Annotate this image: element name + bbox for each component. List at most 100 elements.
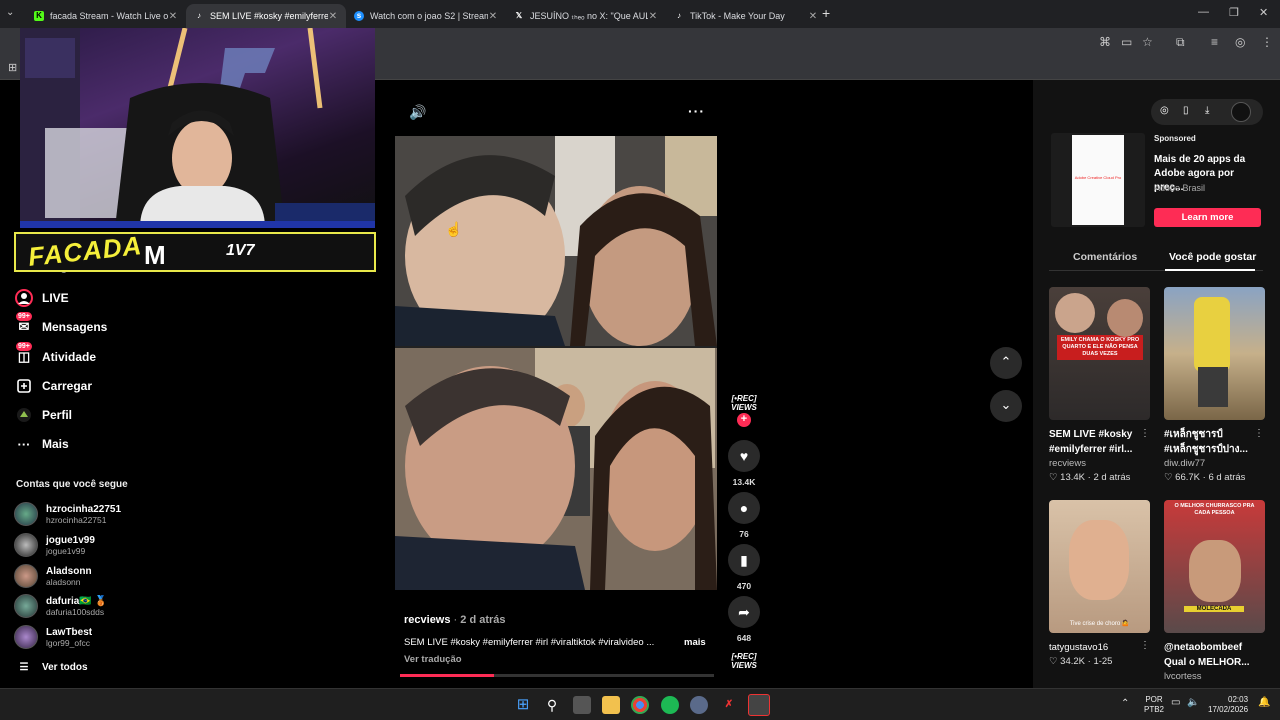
recording-app-icon[interactable]	[748, 694, 770, 716]
sidebar-item-label: Atividade	[42, 350, 97, 364]
chrome-icon[interactable]	[631, 696, 649, 714]
settings-icon[interactable]	[690, 696, 708, 714]
close-tab-icon[interactable]: ✕	[328, 11, 338, 22]
following-account[interactable]: Aladsonn aladsonn	[14, 564, 92, 588]
menu-icon[interactable]: ⋮	[1261, 35, 1273, 49]
volume-icon[interactable]: 🔊	[409, 104, 426, 121]
save-button[interactable]: ▮ 470	[728, 544, 760, 591]
ad-brand: Adobe Brasil	[1154, 183, 1206, 193]
video-author[interactable]: recviews	[404, 614, 450, 626]
compass-icon[interactable]: ◎	[1160, 105, 1169, 116]
like-button[interactable]: ♥ 13.4K	[728, 440, 760, 487]
notifications-icon[interactable]: 🔔	[1258, 697, 1270, 708]
extensions-icon[interactable]: ⧉	[1176, 35, 1185, 50]
following-account[interactable]: hzrocinha22751 hzrocinha22751	[14, 502, 121, 526]
sidebar-item-live[interactable]: LIVE	[14, 287, 69, 309]
close-tab-icon[interactable]: ✕	[808, 11, 818, 22]
following-account[interactable]: LawTbest lgor99_ofcc	[14, 625, 92, 649]
account-name: hzrocinha22751	[46, 503, 122, 515]
app-icon[interactable]: ✗	[720, 696, 738, 714]
media-control-icon[interactable]: ≡	[1211, 35, 1218, 49]
translate-link[interactable]: Ver tradução	[404, 654, 462, 665]
following-account[interactable]: jogue1v99 jogue1v99	[14, 533, 95, 557]
suggested-video-card[interactable]: O MELHOR CHURRASCO PRA CADA PESSOA MOLEC…	[1164, 500, 1265, 682]
sidebar-item-upload[interactable]: Carregar	[14, 375, 92, 397]
tab-x[interactable]: 𝕏 JESUÍNO ₜₕₑₒ no X: "Que AULA ✕	[506, 4, 666, 28]
tab-tiktok-home[interactable]: ♪ TikTok - Make Your Day ✕	[666, 4, 826, 28]
see-all-label: Ver todos	[42, 661, 88, 673]
profile-icon[interactable]: ◎	[1235, 35, 1245, 49]
learn-more-button[interactable]: Learn more	[1154, 208, 1261, 227]
thumb-face	[1189, 540, 1241, 602]
heart-icon: ♥	[728, 440, 760, 472]
video-player[interactable]	[395, 136, 717, 590]
phone-icon[interactable]: ▯	[1183, 105, 1189, 116]
card-more-icon[interactable]: ⋮	[1254, 428, 1264, 439]
user-avatar[interactable]	[1231, 102, 1251, 122]
restore-icon[interactable]: ❐	[1229, 6, 1239, 19]
comment-count: 76	[739, 529, 749, 539]
tab-streamable[interactable]: s Watch com o joao S2 | Streama ✕	[346, 4, 506, 28]
tab-search-icon[interactable]: ⌄	[6, 7, 14, 18]
card-more-icon[interactable]: ⋮	[1140, 428, 1150, 439]
video-more-icon[interactable]: ···	[688, 103, 705, 119]
next-video-button[interactable]: ⌄	[990, 390, 1022, 422]
new-tab-button[interactable]: +	[822, 5, 830, 21]
card-more-icon[interactable]: ⋮	[1140, 640, 1150, 651]
video-progress-track[interactable]	[400, 674, 714, 677]
card-likes: 34.2K	[1060, 656, 1085, 667]
thumb-caption: EMILY CHAMA O KOSKY PRO QUARTO E ELE NÃO…	[1057, 335, 1143, 360]
bookmark-star-icon[interactable]: ☆	[1142, 35, 1153, 49]
thumb-caption: O MELHOR CHURRASCO PRA CADA PESSOA	[1174, 503, 1255, 516]
volume-tray-icon[interactable]: 🔈	[1187, 697, 1199, 708]
sidebar-item-label: Perfil	[42, 408, 73, 422]
music-disc[interactable]: [•REC] VIEWS	[728, 652, 760, 670]
sidebar-item-profile[interactable]: Perfil	[14, 404, 72, 426]
rec-logo-bottom: VIEWS	[731, 661, 757, 670]
tab-kick[interactable]: K facada Stream - Watch Live on ✕	[26, 4, 186, 28]
account-handle: aladsonn	[46, 576, 81, 587]
network-icon[interactable]: ▭	[1171, 697, 1180, 708]
apps-icon[interactable]: ⊞	[8, 61, 17, 74]
ad-thumbnail[interactable]: Adobe Creative Cloud Pro	[1051, 133, 1145, 227]
tab-suggested[interactable]: Você pode gostar	[1169, 251, 1256, 263]
file-explorer-icon[interactable]	[602, 696, 620, 714]
facada-banner: FACADA M 1V7	[14, 230, 376, 272]
tab-comments[interactable]: Comentários	[1073, 251, 1137, 263]
see-all-link[interactable]: ☰ Ver todos	[14, 656, 88, 678]
close-tab-icon[interactable]: ✕	[648, 11, 658, 22]
tab-tiktok-active[interactable]: ♪ SEM LIVE #kosky #emilyferrer # ✕	[186, 4, 346, 28]
sidebar-item-more[interactable]: ··· Mais	[14, 433, 69, 455]
follow-plus-icon[interactable]: +	[737, 413, 751, 427]
comment-button[interactable]: ● 76	[728, 492, 760, 539]
tray-expand-icon[interactable]: ⌃	[1121, 698, 1129, 709]
suggested-video-card[interactable]: Tive crise de choro 🤷 tatygustavo16 ♡ 34…	[1049, 500, 1150, 667]
kick-icon: K	[34, 11, 44, 21]
card-date: 2 d atrás	[1093, 472, 1131, 483]
windows-start-icon[interactable]: ⊞	[514, 696, 532, 714]
task-view-icon[interactable]	[573, 696, 591, 714]
language-indicator[interactable]: POR PTB2	[1144, 695, 1164, 715]
share-button[interactable]: ➦ 648	[728, 596, 760, 643]
close-window-icon[interactable]: ✕	[1259, 6, 1268, 19]
previous-video-button[interactable]: ⌃	[990, 347, 1022, 379]
more-caption-link[interactable]: mais	[684, 637, 706, 648]
close-tab-icon[interactable]: ✕	[488, 11, 498, 22]
translate-icon[interactable]: ⌘	[1099, 35, 1111, 49]
sidebar-item-messages[interactable]: ✉ 99+ Mensagens	[14, 312, 107, 338]
suggested-video-card[interactable]: EMILY CHAMA O KOSKY PRO QUARTO E ELE NÃO…	[1049, 287, 1150, 483]
suggested-video-card[interactable]: #เหล็กชูชารป์ #เหล็กชูชารป์ปาง... diw.di…	[1164, 287, 1265, 483]
card-title: @netaobombeef	[1164, 642, 1243, 653]
close-tab-icon[interactable]: ✕	[168, 11, 178, 22]
browser-tab-bar: ⌄ K facada Stream - Watch Live on ✕ ♪ SE…	[0, 0, 1280, 28]
spotify-icon[interactable]	[661, 696, 679, 714]
following-account[interactable]: dafuria🇧🇷 🥉 dafuria100sdds	[14, 594, 107, 618]
clock[interactable]: 02:03 17/02/2026	[1208, 695, 1248, 715]
search-icon[interactable]: ⚲	[543, 696, 561, 714]
banner-tag: 1V7	[226, 242, 255, 259]
cast-icon[interactable]: ▭	[1121, 35, 1132, 49]
sidebar-item-activity[interactable]: ◫ 99+ Atividade	[14, 342, 97, 368]
minimize-icon[interactable]: —	[1198, 6, 1209, 18]
download-icon[interactable]: ⤓	[1205, 105, 1209, 116]
creator-avatar[interactable]: [•REC] VIEWS +	[728, 394, 760, 427]
